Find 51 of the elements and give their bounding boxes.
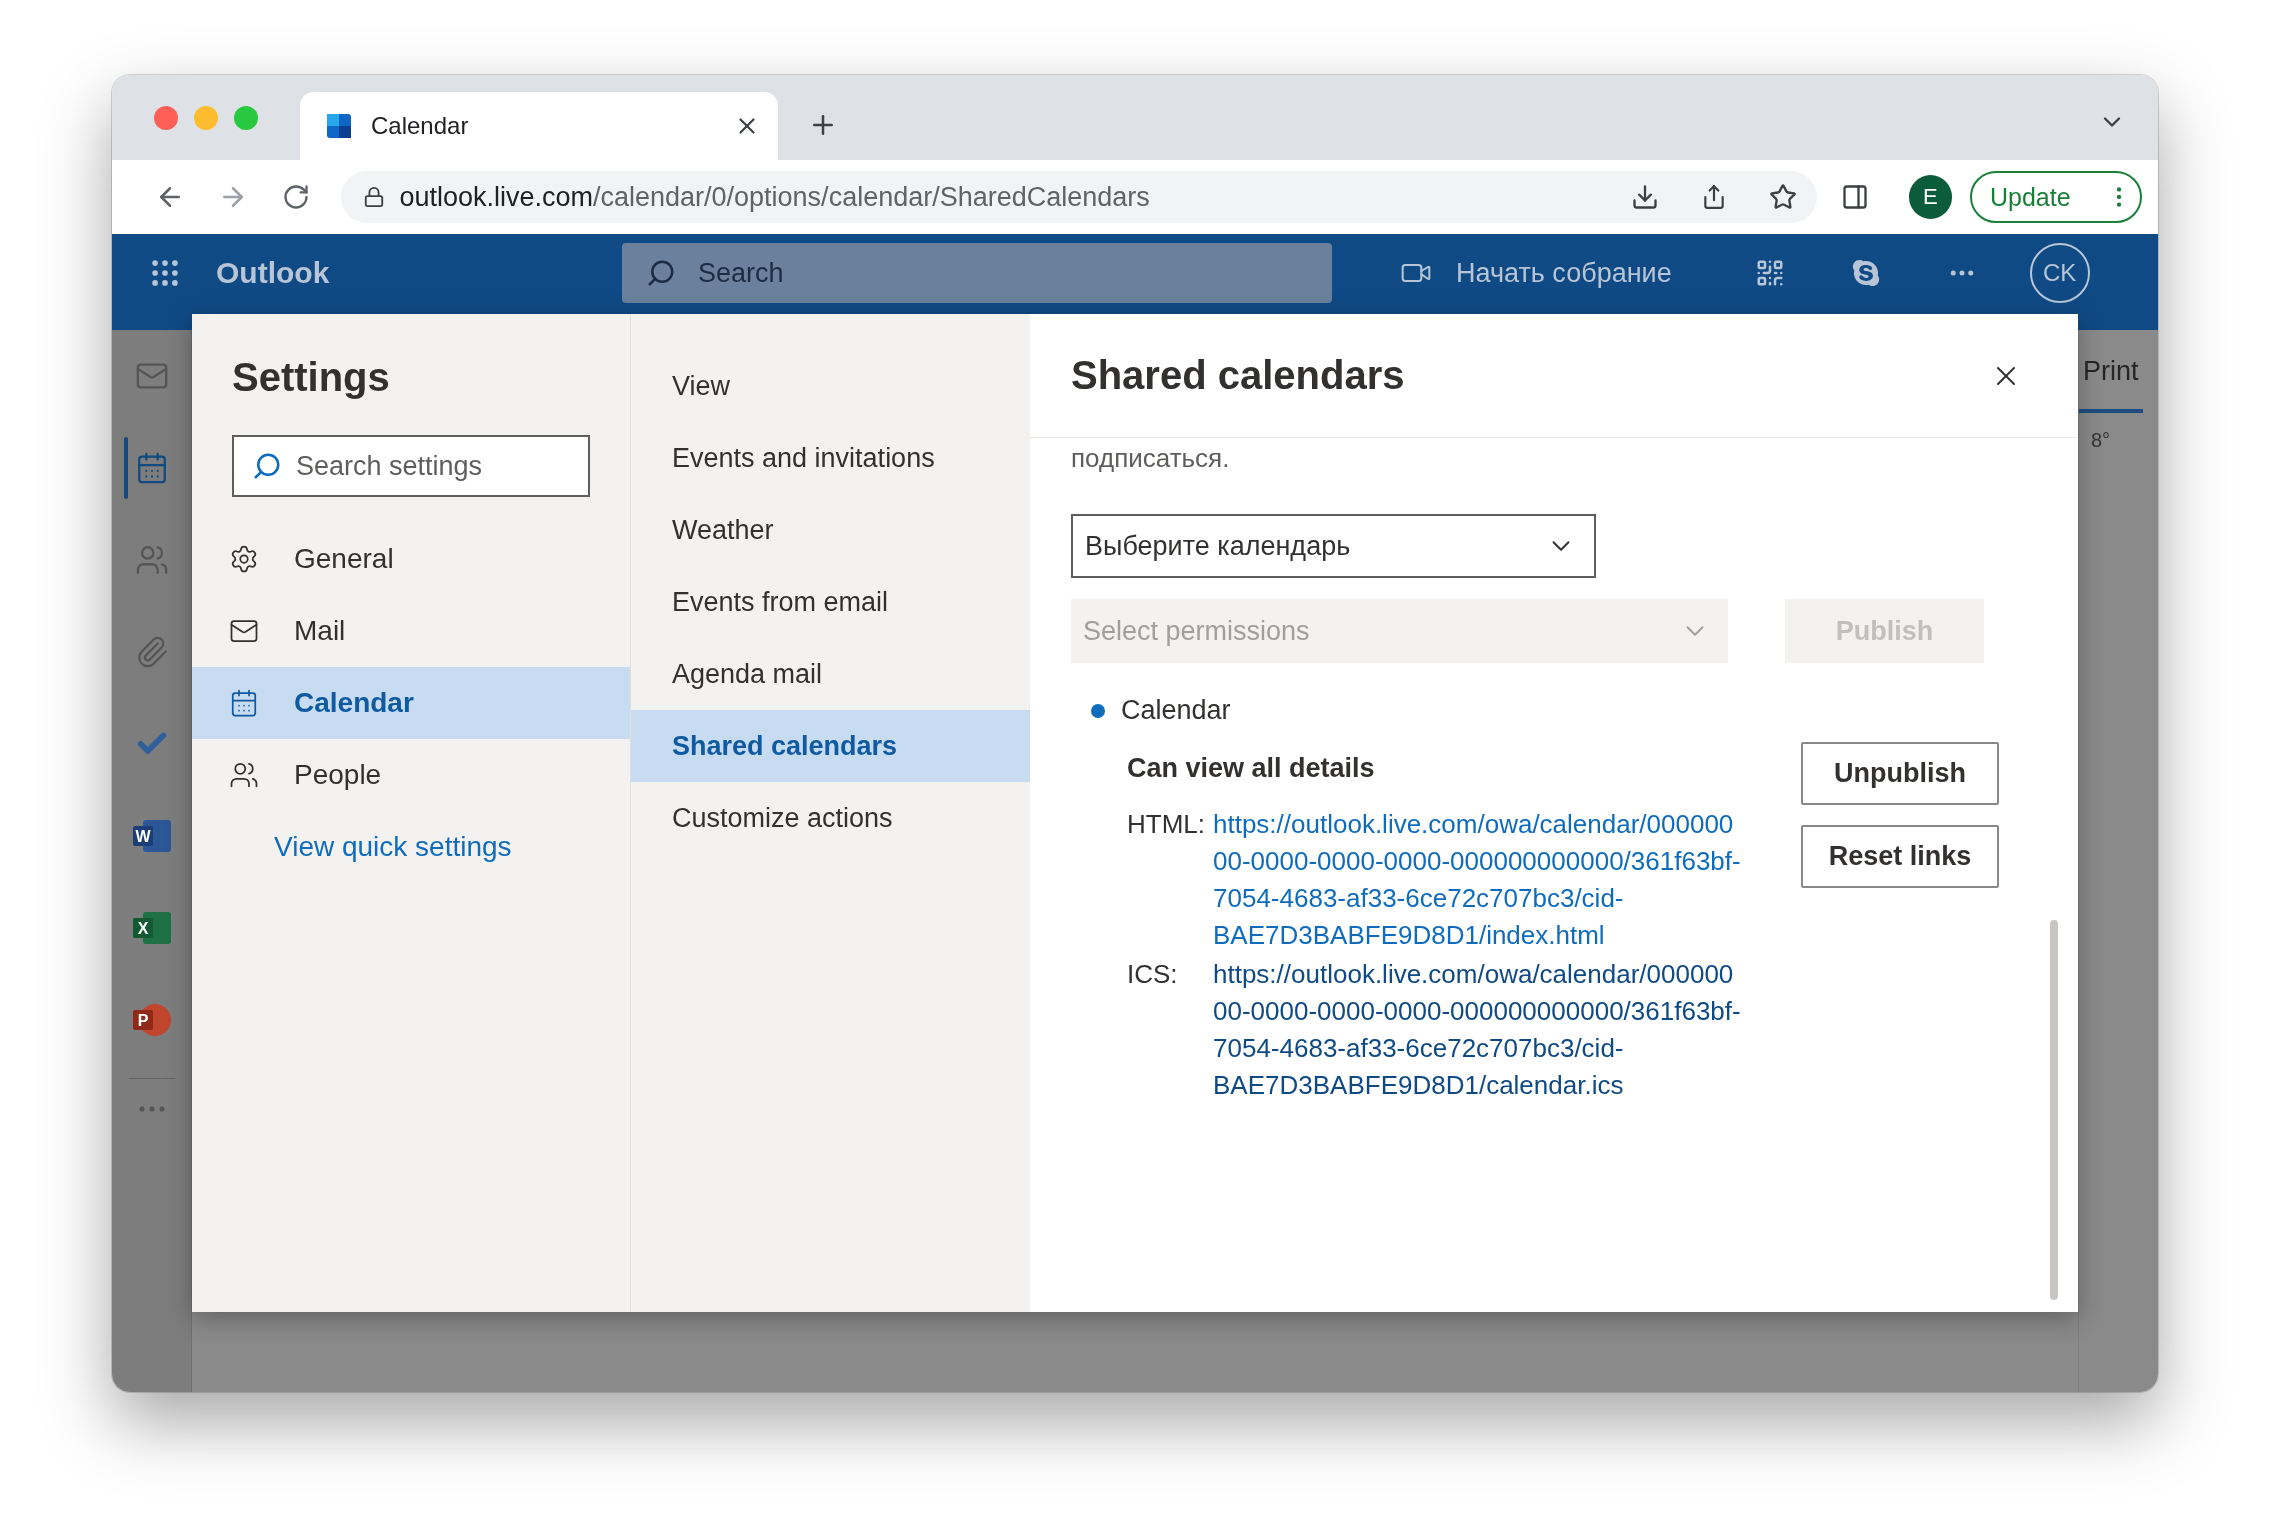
scrollbar[interactable] bbox=[2050, 920, 2058, 1300]
settings-subcategory[interactable]: View bbox=[631, 350, 1030, 422]
calendar-link[interactable]: https://outlook.live.com/owa/calendar/00000000-0000-0000-0000-000000000000/361f63bf-7054-4683-af33-6ce72c707bc3/cid-BAE7D3BABFE9D8D1/index.html bbox=[1213, 806, 1743, 954]
skype-icon[interactable] bbox=[1850, 258, 1881, 288]
bullet-icon bbox=[1091, 703, 1105, 718]
search-settings-field[interactable]: Search settings bbox=[232, 435, 590, 497]
calendar-dropdown[interactable]: Выберите календарь bbox=[1071, 514, 1596, 578]
settings-subcategory[interactable]: Events from email bbox=[631, 566, 1030, 638]
search-icon bbox=[646, 258, 676, 288]
action-button[interactable]: Reset links bbox=[1801, 825, 1999, 888]
bookmark-star-icon[interactable] bbox=[1768, 183, 1797, 211]
settings-subcategory[interactable]: Customize actions bbox=[631, 782, 1030, 854]
search-icon bbox=[252, 451, 282, 481]
reload-icon[interactable] bbox=[281, 183, 310, 211]
settings-title: Settings bbox=[232, 354, 391, 401]
settings-subcategory[interactable]: Agenda mail bbox=[631, 638, 1030, 710]
app-name: Outlook bbox=[216, 256, 331, 290]
side-panel-icon[interactable] bbox=[1840, 183, 1869, 211]
action-button[interactable]: Unpublish bbox=[1801, 742, 1999, 805]
permission-label: Can view all details bbox=[1127, 752, 1376, 785]
calendar-name: Calendar bbox=[1121, 695, 1231, 726]
description-text: подписаться. bbox=[1071, 442, 1231, 475]
panel-title: Shared calendars bbox=[1071, 353, 1405, 398]
calendar-app-icon bbox=[327, 114, 351, 138]
address-bar[interactable]: outlook.live.com/calendar/0/options/calendar/SharedCalendars bbox=[341, 171, 1817, 223]
calendar-icon bbox=[229, 688, 259, 718]
settings-category[interactable]: General bbox=[192, 523, 630, 595]
calendar-link[interactable]: https://outlook.live.com/owa/calendar/00000000-0000-0000-0000-000000000000/361f63bf-7054-4683-af33-6ce72c707bc3/cid-BAE7D3BABFE9D8D1/calendar.ics bbox=[1213, 956, 1743, 1104]
settings-category[interactable]: Mail bbox=[192, 595, 630, 667]
link-label: ICS: bbox=[1127, 958, 1179, 991]
meet-now-link[interactable]: Начать собрание bbox=[1456, 257, 1672, 289]
settings-subcategory[interactable]: Shared calendars bbox=[631, 710, 1030, 782]
browser-tab[interactable]: Calendar bbox=[300, 92, 778, 160]
update-button[interactable]: Update bbox=[1969, 171, 2142, 223]
print-label: Print bbox=[2083, 356, 2139, 387]
temperature-label: 8° bbox=[2091, 429, 2111, 452]
settings-category[interactable]: People bbox=[192, 739, 630, 811]
link-label: HTML: bbox=[1127, 808, 1206, 841]
view-quick-settings-link[interactable]: View quick settings bbox=[274, 831, 512, 863]
settings-category[interactable]: Calendar bbox=[192, 667, 630, 739]
gear-icon bbox=[229, 544, 259, 574]
settings-subcategory[interactable]: Weather bbox=[631, 494, 1030, 566]
profile-avatar[interactable]: E bbox=[1908, 175, 1952, 219]
url-text: outlook.live.com/calendar/0/options/calendar/SharedCalendars bbox=[399, 181, 1151, 213]
settings-subcategory[interactable]: Events and invitations bbox=[631, 422, 1030, 494]
user-avatar[interactable]: CK bbox=[2029, 243, 2090, 303]
lock-icon bbox=[363, 186, 386, 208]
selection-indicator bbox=[123, 437, 128, 499]
tab-title: Calendar bbox=[371, 112, 470, 140]
people-icon bbox=[229, 760, 259, 790]
download-icon[interactable] bbox=[1630, 183, 1659, 211]
